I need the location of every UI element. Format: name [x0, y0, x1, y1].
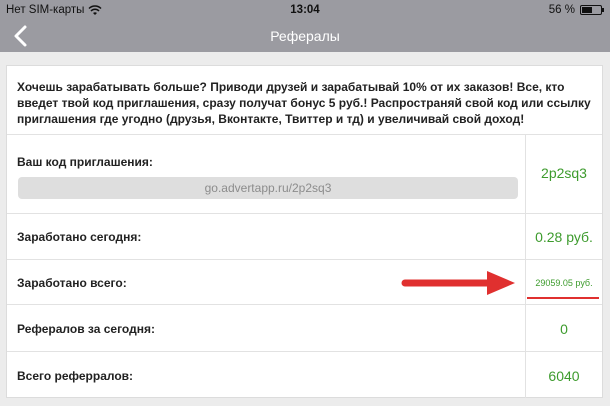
status-bar: Нет SIM-карты 13:04 56 % — [0, 0, 610, 20]
invite-link-field[interactable]: go.advertapp.ru/2p2sq3 — [18, 177, 518, 199]
battery-percent: 56 % — [548, 4, 575, 16]
referrals-today-row: Рефералов за сегодня: 0 — [7, 304, 602, 351]
referrals-total-value: 6040 — [548, 368, 580, 384]
battery-fill — [582, 7, 593, 13]
nav-bar: Рефералы — [0, 20, 610, 52]
invite-code-value: 2p2sq3 — [541, 165, 587, 181]
invite-code-row: Ваш код приглашения: go.advertapp.ru/2p2… — [7, 134, 602, 213]
intro-text: Хочешь зарабатывать больше? Приводи друз… — [17, 80, 591, 126]
earned-today-row: Заработано сегодня: 0.28 руб. — [7, 213, 602, 259]
referrals-today-value: 0 — [560, 321, 568, 337]
row-label: Всего реферралов: — [17, 369, 134, 383]
annotation-underline — [527, 297, 599, 299]
row-label: Ваш код приглашения: — [17, 155, 153, 169]
row-label: Заработано всего: — [17, 276, 127, 290]
earned-total-value: 29059.05 руб. — [535, 278, 593, 288]
battery-group: 56 % — [548, 4, 604, 16]
status-time: 13:04 — [290, 4, 320, 16]
earned-today-value: 0.28 руб. — [535, 229, 593, 245]
row-label: Рефералов за сегодня: — [17, 322, 155, 336]
row-label: Заработано сегодня: — [17, 230, 142, 244]
page-title: Рефералы — [270, 28, 340, 44]
battery-icon — [580, 5, 604, 15]
annotation-arrow-icon — [401, 271, 515, 295]
referrals-card: Хочешь зарабатывать больше? Приводи друз… — [6, 65, 603, 398]
referrals-total-row: Всего реферралов: 6040 — [7, 351, 602, 398]
